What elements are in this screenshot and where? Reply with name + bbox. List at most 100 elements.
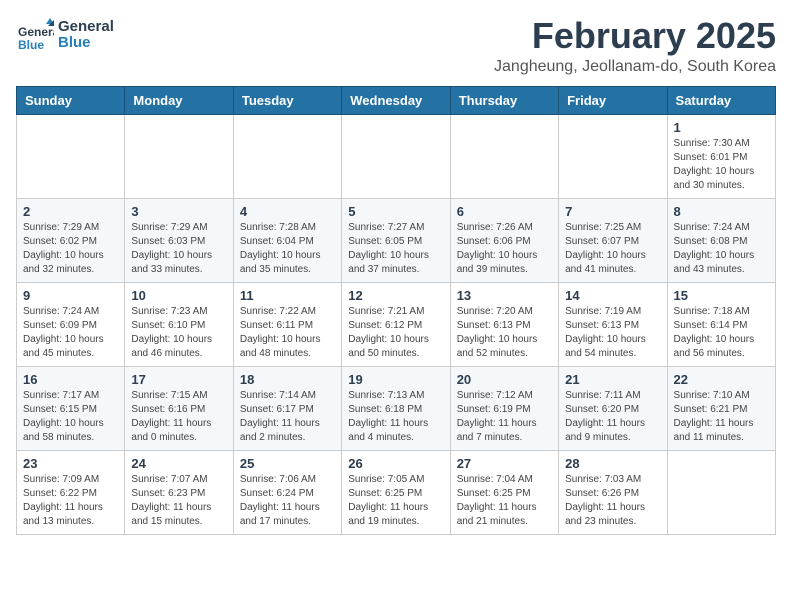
- day-info: Sunrise: 7:10 AM Sunset: 6:21 PM Dayligh…: [674, 389, 769, 445]
- calendar-cell: 12 Sunrise: 7:21 AM Sunset: 6:12 PM Dayli…: [342, 282, 450, 366]
- day-number: 1: [674, 120, 769, 135]
- day-info: Sunrise: 7:29 AM Sunset: 6:03 PM Dayligh…: [131, 221, 226, 277]
- day-number: 27: [457, 456, 552, 471]
- day-info: Sunrise: 7:21 AM Sunset: 6:12 PM Dayligh…: [348, 305, 443, 361]
- day-of-week-thursday: Thursday: [450, 86, 558, 114]
- day-of-week-tuesday: Tuesday: [233, 86, 341, 114]
- calendar-week-row: 23 Sunrise: 7:09 AM Sunset: 6:22 PM Dayli…: [17, 450, 776, 534]
- day-number: 9: [23, 288, 118, 303]
- location: Jangheung, Jeollanam-do, South Korea: [494, 58, 776, 76]
- day-number: 10: [131, 288, 226, 303]
- day-info: Sunrise: 7:04 AM Sunset: 6:25 PM Dayligh…: [457, 473, 552, 529]
- day-info: Sunrise: 7:24 AM Sunset: 6:08 PM Dayligh…: [674, 221, 769, 277]
- calendar-cell: 2 Sunrise: 7:29 AM Sunset: 6:02 PM Daylig…: [17, 198, 125, 282]
- day-number: 13: [457, 288, 552, 303]
- day-number: 5: [348, 204, 443, 219]
- calendar-cell: 9 Sunrise: 7:24 AM Sunset: 6:09 PM Daylig…: [17, 282, 125, 366]
- day-info: Sunrise: 7:03 AM Sunset: 6:26 PM Dayligh…: [565, 473, 660, 529]
- day-number: 12: [348, 288, 443, 303]
- day-info: Sunrise: 7:12 AM Sunset: 6:19 PM Dayligh…: [457, 389, 552, 445]
- day-number: 24: [131, 456, 226, 471]
- calendar-week-row: 1 Sunrise: 7:30 AM Sunset: 6:01 PM Daylig…: [17, 114, 776, 198]
- day-info: Sunrise: 7:19 AM Sunset: 6:13 PM Dayligh…: [565, 305, 660, 361]
- calendar-cell: 22 Sunrise: 7:10 AM Sunset: 6:21 PM Dayli…: [667, 366, 775, 450]
- calendar-cell: 6 Sunrise: 7:26 AM Sunset: 6:06 PM Daylig…: [450, 198, 558, 282]
- day-info: Sunrise: 7:26 AM Sunset: 6:06 PM Dayligh…: [457, 221, 552, 277]
- day-info: Sunrise: 7:13 AM Sunset: 6:18 PM Dayligh…: [348, 389, 443, 445]
- calendar-cell: [125, 114, 233, 198]
- calendar-cell: [233, 114, 341, 198]
- day-info: Sunrise: 7:17 AM Sunset: 6:15 PM Dayligh…: [23, 389, 118, 445]
- svg-text:General: General: [18, 25, 54, 39]
- day-info: Sunrise: 7:05 AM Sunset: 6:25 PM Dayligh…: [348, 473, 443, 529]
- calendar-cell: 20 Sunrise: 7:12 AM Sunset: 6:19 PM Dayli…: [450, 366, 558, 450]
- calendar-cell: 23 Sunrise: 7:09 AM Sunset: 6:22 PM Dayli…: [17, 450, 125, 534]
- calendar-cell: 17Sunrise: 7:15 AM Sunset: 6:16 PM Dayli…: [125, 366, 233, 450]
- calendar-cell: [342, 114, 450, 198]
- day-info: Sunrise: 7:14 AM Sunset: 6:17 PM Dayligh…: [240, 389, 335, 445]
- calendar-cell: [17, 114, 125, 198]
- day-number: 16: [23, 372, 118, 387]
- day-number: 14: [565, 288, 660, 303]
- day-of-week-friday: Friday: [559, 86, 667, 114]
- calendar-cell: [450, 114, 558, 198]
- calendar-cell: 25 Sunrise: 7:06 AM Sunset: 6:24 PM Dayli…: [233, 450, 341, 534]
- calendar-cell: 21Sunrise: 7:11 AM Sunset: 6:20 PM Dayli…: [559, 366, 667, 450]
- day-number: 20: [457, 372, 552, 387]
- day-number: 22: [674, 372, 769, 387]
- day-info: Sunrise: 7:11 AM Sunset: 6:20 PM Dayligh…: [565, 389, 660, 445]
- day-of-week-saturday: Saturday: [667, 86, 775, 114]
- month-title: February 2025: [494, 16, 776, 56]
- calendar-cell: 24Sunrise: 7:07 AM Sunset: 6:23 PM Dayli…: [125, 450, 233, 534]
- calendar-cell: 8 Sunrise: 7:24 AM Sunset: 6:08 PM Daylig…: [667, 198, 775, 282]
- calendar-cell: [667, 450, 775, 534]
- logo-icon: General Blue: [16, 16, 54, 54]
- day-number: 6: [457, 204, 552, 219]
- calendar-header-row: SundayMondayTuesdayWednesdayThursdayFrid…: [17, 86, 776, 114]
- day-number: 4: [240, 204, 335, 219]
- day-number: 19: [348, 372, 443, 387]
- logo: General Blue General Blue: [16, 16, 114, 54]
- calendar-cell: 11Sunrise: 7:22 AM Sunset: 6:11 PM Dayli…: [233, 282, 341, 366]
- day-info: Sunrise: 7:22 AM Sunset: 6:11 PM Dayligh…: [240, 305, 335, 361]
- calendar-cell: 13 Sunrise: 7:20 AM Sunset: 6:13 PM Dayli…: [450, 282, 558, 366]
- calendar-table: SundayMondayTuesdayWednesdayThursdayFrid…: [16, 86, 776, 535]
- logo-blue-text: Blue: [58, 35, 114, 52]
- day-number: 3: [131, 204, 226, 219]
- day-number: 25: [240, 456, 335, 471]
- day-info: Sunrise: 7:06 AM Sunset: 6:24 PM Dayligh…: [240, 473, 335, 529]
- day-info: Sunrise: 7:27 AM Sunset: 6:05 PM Dayligh…: [348, 221, 443, 277]
- day-info: Sunrise: 7:25 AM Sunset: 6:07 PM Dayligh…: [565, 221, 660, 277]
- calendar-cell: 19 Sunrise: 7:13 AM Sunset: 6:18 PM Dayli…: [342, 366, 450, 450]
- logo-general-text: General: [58, 19, 114, 36]
- svg-text:Blue: Blue: [18, 38, 44, 52]
- calendar-cell: 18 Sunrise: 7:14 AM Sunset: 6:17 PM Dayli…: [233, 366, 341, 450]
- day-of-week-wednesday: Wednesday: [342, 86, 450, 114]
- day-number: 23: [23, 456, 118, 471]
- calendar-cell: 4 Sunrise: 7:28 AM Sunset: 6:04 PM Daylig…: [233, 198, 341, 282]
- day-of-week-monday: Monday: [125, 86, 233, 114]
- calendar-cell: 16 Sunrise: 7:17 AM Sunset: 6:15 PM Dayli…: [17, 366, 125, 450]
- calendar-cell: 10Sunrise: 7:23 AM Sunset: 6:10 PM Dayli…: [125, 282, 233, 366]
- day-info: Sunrise: 7:09 AM Sunset: 6:22 PM Dayligh…: [23, 473, 118, 529]
- day-number: 8: [674, 204, 769, 219]
- calendar-cell: 15 Sunrise: 7:18 AM Sunset: 6:14 PM Dayli…: [667, 282, 775, 366]
- calendar-cell: 26 Sunrise: 7:05 AM Sunset: 6:25 PM Dayli…: [342, 450, 450, 534]
- day-info: Sunrise: 7:29 AM Sunset: 6:02 PM Dayligh…: [23, 221, 118, 277]
- calendar-cell: [559, 114, 667, 198]
- day-number: 28: [565, 456, 660, 471]
- day-number: 15: [674, 288, 769, 303]
- day-number: 7: [565, 204, 660, 219]
- day-info: Sunrise: 7:15 AM Sunset: 6:16 PM Dayligh…: [131, 389, 226, 445]
- day-info: Sunrise: 7:18 AM Sunset: 6:14 PM Dayligh…: [674, 305, 769, 361]
- day-info: Sunrise: 7:28 AM Sunset: 6:04 PM Dayligh…: [240, 221, 335, 277]
- calendar-cell: 7 Sunrise: 7:25 AM Sunset: 6:07 PM Daylig…: [559, 198, 667, 282]
- day-info: Sunrise: 7:20 AM Sunset: 6:13 PM Dayligh…: [457, 305, 552, 361]
- calendar-week-row: 16 Sunrise: 7:17 AM Sunset: 6:15 PM Dayli…: [17, 366, 776, 450]
- day-info: Sunrise: 7:24 AM Sunset: 6:09 PM Dayligh…: [23, 305, 118, 361]
- day-number: 26: [348, 456, 443, 471]
- day-number: 18: [240, 372, 335, 387]
- day-info: Sunrise: 7:30 AM Sunset: 6:01 PM Dayligh…: [674, 137, 769, 193]
- calendar-cell: 28 Sunrise: 7:03 AM Sunset: 6:26 PM Dayli…: [559, 450, 667, 534]
- day-number: 2: [23, 204, 118, 219]
